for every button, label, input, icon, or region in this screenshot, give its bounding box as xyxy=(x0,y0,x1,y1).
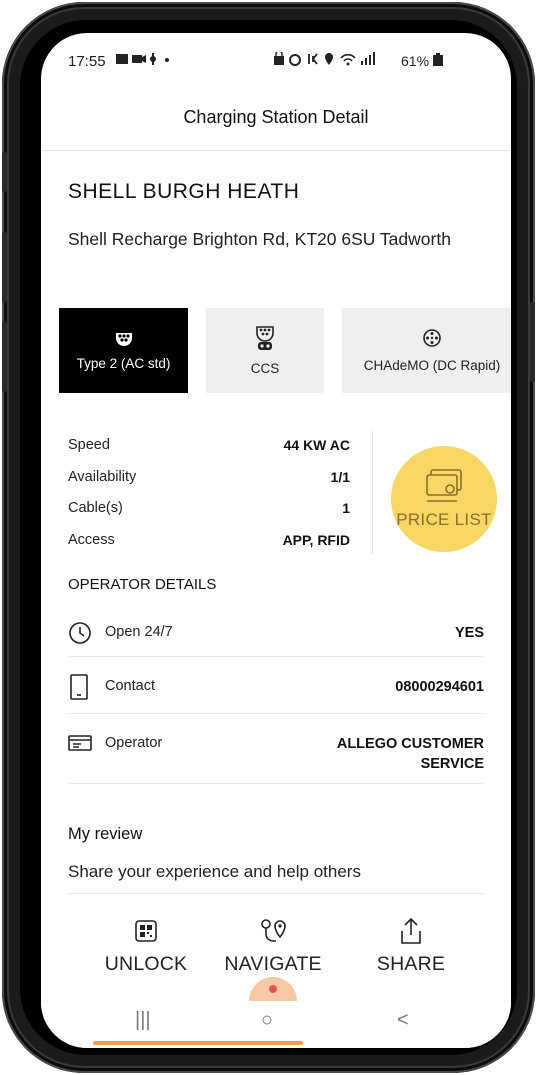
detail-value: YES xyxy=(454,625,484,641)
route-icon xyxy=(261,919,286,942)
qr-icon xyxy=(135,920,157,942)
detail-label: Operator xyxy=(105,735,163,751)
ccs-plug-icon xyxy=(256,326,274,350)
spec-label: Speed xyxy=(68,437,110,453)
status-right-icons xyxy=(274,50,375,66)
station-name: SHELL BURGH HEATH xyxy=(68,180,300,203)
side-button xyxy=(2,152,7,192)
tab-chademo[interactable]: CHAdeMO (DC Rapid) xyxy=(342,308,511,393)
system-status-icons xyxy=(273,50,395,69)
price-list-button[interactable]: PRICE LIST xyxy=(391,446,497,552)
share-label: SHARE xyxy=(376,953,446,975)
review-prompt[interactable]: Share your experience and help others xyxy=(68,862,361,882)
tab-label: CHAdeMO (DC Rapid) xyxy=(363,358,501,373)
connector-specs: Speed 44 KW AC Availability 1/1 Cable(s)… xyxy=(68,433,350,559)
contact-phone-number[interactable]: 08000294601 xyxy=(395,677,484,697)
volume-down-button xyxy=(2,322,7,392)
status-bar: 17:55 61% xyxy=(41,33,511,85)
navigate-button[interactable]: NAVIGATE xyxy=(213,911,333,976)
review-title: My review xyxy=(68,825,143,843)
operator-details-title: OPERATOR DETAILS xyxy=(68,576,217,593)
title-bar: Charging Station Detail xyxy=(41,85,511,151)
status-time: 17:55 xyxy=(68,53,106,70)
tab-ccs[interactable]: CCS xyxy=(206,308,324,393)
detail-value: ALLEGO CUSTOMER SERVICE xyxy=(337,734,484,774)
tab-label: Type 2 (AC std) xyxy=(76,356,171,371)
share-icon xyxy=(401,917,421,944)
spec-label: Cable(s) xyxy=(68,500,123,516)
page-title: Charging Station Detail xyxy=(183,107,369,127)
spec-value: 1 xyxy=(342,500,350,516)
spec-row-cables: Cable(s) 1 xyxy=(68,496,350,528)
phone-icon xyxy=(70,674,88,700)
detail-row-open: Open 24/7 YES xyxy=(68,607,484,657)
tab-label: CCS xyxy=(250,361,280,376)
operator-card-icon xyxy=(68,735,92,751)
divider xyxy=(68,893,484,894)
detail-row-operator: Operator ALLEGO CUSTOMER SERVICE xyxy=(68,714,484,784)
app-screen: 17:55 61% Charging Station Detail SHELL … xyxy=(41,33,511,1048)
clock-icon xyxy=(69,622,91,644)
volume-up-button xyxy=(2,232,7,302)
unlock-label: UNLOCK xyxy=(104,953,188,975)
touch-dot xyxy=(269,985,277,993)
chademo-plug-icon xyxy=(423,329,441,347)
price-list-label: PRICE LIST xyxy=(396,510,492,529)
detail-row-contact[interactable]: Contact 08000294601 xyxy=(68,657,484,714)
battery-icon xyxy=(432,53,443,66)
price-list-icon xyxy=(426,469,462,502)
spec-row-speed: Speed 44 KW AC xyxy=(68,433,350,465)
operator-name-line2: SERVICE xyxy=(420,756,484,772)
battery-percent: 61% xyxy=(401,53,430,69)
status-left-icons xyxy=(116,53,169,65)
spec-value: 44 KW AC xyxy=(283,437,350,453)
home-button[interactable]: ○ xyxy=(261,1009,273,1032)
power-button xyxy=(530,302,535,382)
vertical-divider xyxy=(372,431,373,554)
battery-indicator: 61% xyxy=(401,53,443,69)
type2-plug-icon xyxy=(115,333,132,346)
spec-label: Access xyxy=(68,531,115,548)
back-button[interactable]: < xyxy=(397,1009,409,1032)
navigate-label: NAVIGATE xyxy=(224,953,322,975)
recent-apps-button[interactable]: ||| xyxy=(135,1009,151,1032)
share-button[interactable]: SHARE xyxy=(351,911,471,976)
connector-tabs: Type 2 (AC std) CCS CHAdeMO (DC Rapid) xyxy=(59,308,511,393)
spec-value: 1/1 xyxy=(330,468,350,485)
spec-row-availability: Availability 1/1 xyxy=(68,465,350,497)
spec-label: Availability xyxy=(68,468,137,485)
notification-icons xyxy=(115,52,171,69)
detail-label: Contact xyxy=(105,678,155,694)
detail-label: Open 24/7 xyxy=(105,624,173,640)
tab-type2[interactable]: Type 2 (AC std) xyxy=(59,308,188,393)
spec-value: APP, RFID xyxy=(282,531,350,548)
spec-row-access: Access APP, RFID xyxy=(68,528,350,560)
station-address: Shell Recharge Brighton Rd, KT20 6SU Tad… xyxy=(68,229,451,249)
operator-name-line1: ALLEGO CUSTOMER xyxy=(336,736,484,752)
unlock-button[interactable]: UNLOCK xyxy=(86,911,206,976)
bottom-accent-bar xyxy=(93,1041,303,1045)
